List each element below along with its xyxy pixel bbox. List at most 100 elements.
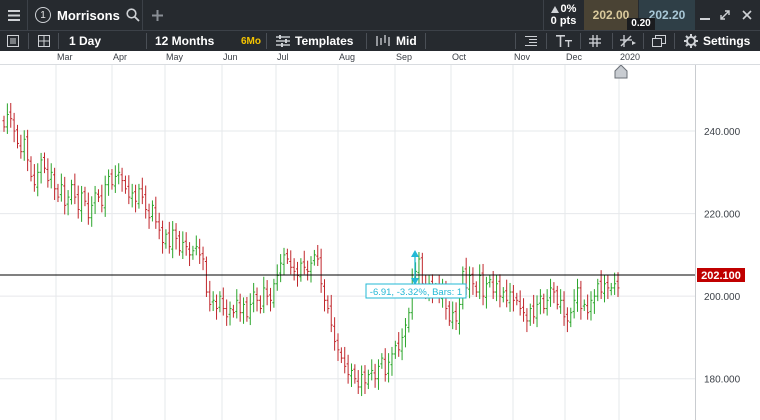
ohlc-bar bbox=[272, 278, 276, 308]
ohlc-bar bbox=[80, 185, 84, 222]
ohlc-bar bbox=[161, 220, 165, 254]
ohlc-bar bbox=[572, 289, 576, 319]
ohlc-bar bbox=[130, 183, 134, 208]
ohlc-bar bbox=[265, 280, 269, 306]
ohlc-bar bbox=[140, 177, 144, 205]
toolbar-divider bbox=[643, 33, 644, 49]
expand-button[interactable] bbox=[714, 0, 736, 30]
settings-label: Settings bbox=[703, 34, 751, 48]
month-label: Apr bbox=[113, 52, 128, 62]
gear-icon bbox=[684, 34, 698, 48]
toolbar-divider bbox=[580, 33, 581, 49]
ohlc-bars-icon bbox=[376, 35, 390, 46]
ohlc-bar bbox=[90, 196, 94, 227]
ohlc-bar bbox=[312, 249, 316, 266]
ohlc-bar bbox=[228, 301, 232, 326]
ohlc-bar bbox=[370, 359, 374, 381]
text-tool-button[interactable] bbox=[556, 31, 572, 51]
ohlc-bar bbox=[215, 294, 219, 320]
last-price-value: 202.100 bbox=[701, 270, 741, 282]
instrument-tab[interactable]: 1 Morrisons bbox=[29, 0, 143, 30]
search-icon[interactable] bbox=[126, 8, 140, 22]
draw-tools-icon bbox=[620, 35, 636, 47]
ohlc-bar bbox=[39, 152, 43, 184]
triangle-up-icon bbox=[550, 5, 559, 13]
ohlc-bar bbox=[177, 230, 181, 256]
ohlc-bar bbox=[218, 291, 222, 313]
ohlc-bar bbox=[326, 295, 330, 314]
price-change: 0% 0 pts bbox=[543, 0, 583, 30]
hamburger-menu-button[interactable] bbox=[0, 0, 28, 30]
minimize-button[interactable] bbox=[694, 0, 716, 30]
ohlc-bar bbox=[285, 248, 289, 264]
ohlc-bar bbox=[518, 290, 522, 316]
ohlc-bar bbox=[289, 250, 293, 275]
indicators-button[interactable] bbox=[525, 31, 537, 51]
copy-chart-button[interactable] bbox=[652, 31, 666, 51]
ohlc-bar bbox=[478, 264, 482, 300]
spread-value: 0.20 bbox=[627, 18, 655, 30]
toolbar-divider bbox=[612, 33, 613, 49]
interval-selector[interactable]: 1 Day bbox=[69, 31, 101, 51]
settings-button[interactable]: Settings bbox=[684, 31, 750, 51]
ohlc-bar bbox=[457, 297, 461, 335]
ohlc-bar bbox=[107, 169, 111, 196]
expand-icon bbox=[720, 10, 730, 20]
ohlc-bar bbox=[83, 186, 87, 207]
ohlc-bar bbox=[599, 270, 603, 300]
ohlc-bar bbox=[592, 289, 596, 314]
ohlc-bar bbox=[481, 263, 485, 306]
ohlc-bar bbox=[360, 365, 364, 397]
ohlc-bar bbox=[22, 130, 26, 161]
ohlc-bar bbox=[93, 185, 97, 215]
ohlc-bar bbox=[235, 289, 239, 319]
ohlc-bar bbox=[319, 248, 323, 293]
last-price-tag: 202.100 bbox=[697, 268, 745, 282]
ohlc-bar bbox=[484, 276, 488, 309]
ohlc-bar bbox=[397, 332, 401, 357]
ohlc-bar bbox=[535, 295, 539, 328]
ohlc-bar bbox=[339, 347, 343, 364]
ohlc-bar bbox=[245, 296, 249, 322]
range-badge-6mo[interactable]: 6Mo bbox=[241, 31, 261, 51]
ohlc-bar bbox=[505, 279, 509, 308]
ohlc-bar bbox=[204, 256, 208, 297]
price-tick-label: 200.000 bbox=[704, 292, 741, 303]
ohlc-bar bbox=[100, 184, 104, 213]
ohlc-bar bbox=[545, 289, 549, 316]
drawing-tools-button[interactable] bbox=[620, 31, 636, 51]
range-selector[interactable]: 12 Months bbox=[155, 31, 214, 51]
layout-button[interactable] bbox=[38, 31, 50, 51]
ohlc-bar bbox=[393, 340, 397, 359]
time-marker-handle[interactable] bbox=[614, 65, 628, 79]
price-chart[interactable]: 240.000 220.000 200.000 180.000 202.100 -6.… bbox=[0, 65, 760, 420]
grid-toggle-button[interactable] bbox=[589, 31, 601, 51]
templates-button[interactable]: Templates bbox=[276, 31, 353, 51]
ohlc-bar bbox=[451, 301, 455, 330]
ohlc-bar bbox=[538, 289, 542, 315]
ohlc-bar bbox=[167, 221, 171, 254]
ohlc-bar bbox=[515, 292, 519, 306]
price-type-button[interactable]: Mid bbox=[375, 31, 417, 51]
month-label: Nov bbox=[514, 52, 531, 62]
ohlc-bar bbox=[184, 232, 188, 256]
ohlc-bar bbox=[555, 285, 559, 310]
add-tab-button[interactable] bbox=[144, 0, 170, 30]
arrow-up-icon bbox=[411, 250, 419, 257]
grid-layout-icon bbox=[38, 35, 50, 47]
ohlc-bar bbox=[613, 272, 617, 295]
close-button[interactable] bbox=[736, 0, 758, 30]
ohlc-bar bbox=[333, 317, 337, 351]
ohlc-bar bbox=[252, 282, 256, 313]
chart-menu-button[interactable] bbox=[7, 31, 19, 51]
ohlc-bar bbox=[5, 103, 9, 134]
ohlc-bar bbox=[36, 163, 40, 197]
ohlc-bar bbox=[49, 163, 53, 189]
ohlc-bar bbox=[322, 279, 326, 312]
ohlc-bar bbox=[56, 183, 60, 203]
price-axis: 240.000 220.000 200.000 180.000 bbox=[695, 65, 741, 420]
hamburger-icon bbox=[7, 9, 20, 21]
ohlc-bar bbox=[147, 203, 151, 229]
ohlc-bar bbox=[609, 282, 613, 296]
month-label: Sep bbox=[396, 52, 413, 62]
